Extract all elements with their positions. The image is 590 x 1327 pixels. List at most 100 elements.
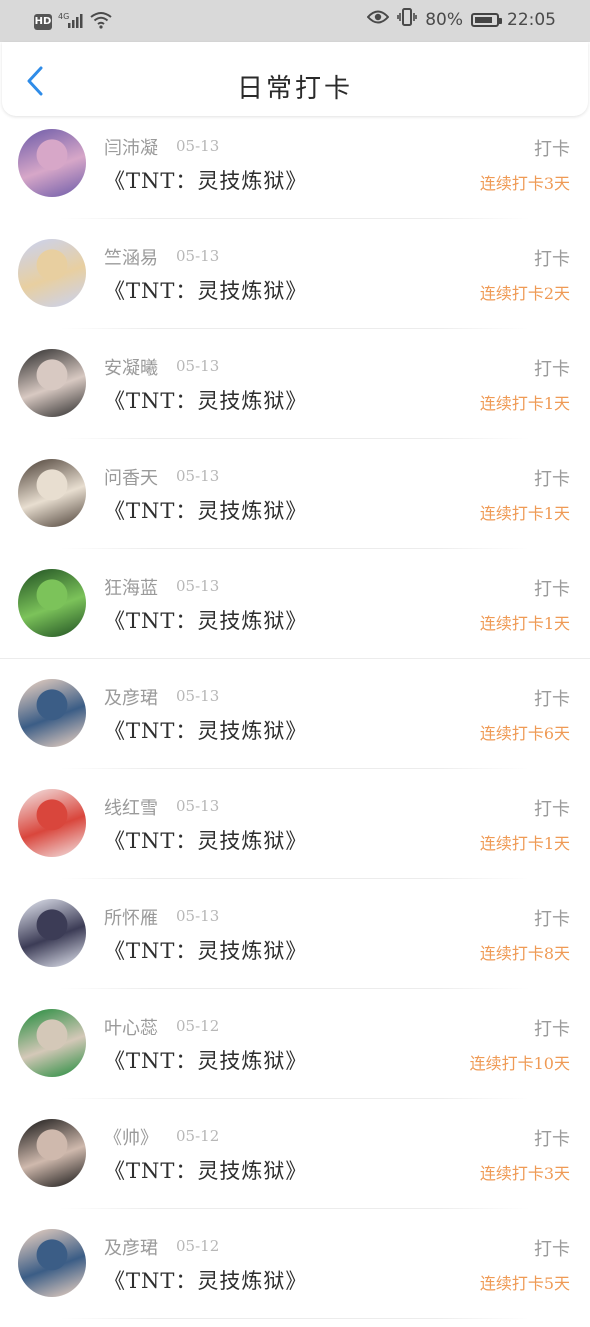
network-type: 4G bbox=[58, 12, 69, 21]
user-name: 问香天 bbox=[104, 468, 158, 489]
streak-label: 连续打卡3天 bbox=[479, 174, 570, 193]
user-name: 狂海蓝 bbox=[104, 578, 158, 599]
divider bbox=[60, 988, 530, 989]
book-title: 《TNT：灵技炼狱》 bbox=[104, 1049, 308, 1073]
list-item[interactable]: 安凝曦 05-13 《TNT：灵技炼狱》 打卡连续打卡1天 bbox=[0, 337, 590, 447]
signal-icon: 4G bbox=[58, 11, 84, 33]
divider bbox=[60, 768, 530, 769]
book-title: 《TNT：灵技炼狱》 bbox=[104, 169, 308, 193]
user-name: 及彦珺 bbox=[104, 688, 158, 709]
vibrate-icon bbox=[397, 8, 418, 31]
user-name: 所怀雁 bbox=[104, 908, 158, 929]
divider bbox=[60, 1098, 530, 1099]
avatar[interactable] bbox=[18, 1229, 86, 1297]
book-title: 《TNT：灵技炼狱》 bbox=[104, 279, 308, 303]
book-title: 《TNT：灵技炼狱》 bbox=[104, 1159, 308, 1183]
avatar[interactable] bbox=[18, 789, 86, 857]
list-item[interactable]: 竺涵易 05-13 《TNT：灵技炼狱》 打卡连续打卡2天 bbox=[0, 227, 590, 337]
checkin-action[interactable]: 打卡 bbox=[534, 685, 570, 711]
divider bbox=[60, 1318, 530, 1319]
divider bbox=[60, 1208, 530, 1209]
avatar[interactable] bbox=[18, 1009, 86, 1077]
status-left: HD 4G bbox=[34, 11, 112, 33]
book-title: 《TNT：灵技炼狱》 bbox=[104, 939, 308, 963]
checkin-action[interactable]: 打卡 bbox=[534, 1125, 570, 1151]
checkin-date: 05-13 bbox=[176, 137, 220, 155]
list-item[interactable]: 《帅》 05-12 《TNT：灵技炼狱》 打卡连续打卡3天 bbox=[0, 1107, 590, 1217]
book-title: 《TNT：灵技炼狱》 bbox=[104, 719, 308, 743]
user-name: 安凝曦 bbox=[104, 358, 158, 379]
checkin-date: 05-12 bbox=[176, 1127, 220, 1145]
list-item[interactable]: 问香天 05-13 《TNT：灵技炼狱》 打卡连续打卡1天 bbox=[0, 447, 590, 557]
book-title: 《TNT：灵技炼狱》 bbox=[104, 829, 308, 853]
streak-label: 连续打卡5天 bbox=[479, 1274, 570, 1293]
checkin-date: 05-13 bbox=[176, 357, 220, 375]
checkin-action[interactable]: 打卡 bbox=[534, 905, 570, 931]
divider bbox=[60, 218, 530, 219]
book-title: 《TNT：灵技炼狱》 bbox=[104, 499, 308, 523]
checkin-date: 05-13 bbox=[176, 797, 220, 815]
checkin-date: 05-12 bbox=[176, 1237, 220, 1255]
checkin-action[interactable]: 打卡 bbox=[534, 355, 570, 381]
hd-badge: HD bbox=[34, 14, 52, 30]
eye-icon bbox=[366, 9, 390, 30]
checkin-action[interactable]: 打卡 bbox=[534, 795, 570, 821]
user-name: 竺涵易 bbox=[104, 248, 158, 269]
streak-label: 连续打卡1天 bbox=[479, 394, 570, 413]
streak-label: 连续打卡3天 bbox=[479, 1164, 570, 1183]
checkin-action[interactable]: 打卡 bbox=[534, 465, 570, 491]
checkin-action[interactable]: 打卡 bbox=[534, 135, 570, 161]
clock: 22:05 bbox=[507, 9, 556, 30]
checkin-action[interactable]: 打卡 bbox=[534, 1235, 570, 1261]
avatar[interactable] bbox=[18, 349, 86, 417]
checkin-list: 闫沛凝 05-13 《TNT：灵技炼狱》 打卡 连续打卡3天 竺涵易 05-13 《TNT：灵… bbox=[0, 117, 590, 1327]
user-name: 闫沛凝 bbox=[104, 138, 158, 159]
avatar[interactable] bbox=[18, 129, 86, 197]
avatar[interactable] bbox=[18, 239, 86, 307]
streak-label: 连续打卡1天 bbox=[479, 504, 570, 523]
list-item[interactable]: 叶心蕊 05-12 《TNT：灵技炼狱》 打卡 连续打卡10天 bbox=[0, 997, 590, 1107]
avatar[interactable] bbox=[18, 1119, 86, 1187]
divider bbox=[60, 328, 530, 329]
checkin-date: 05-13 bbox=[176, 687, 220, 705]
list-item[interactable]: 所怀雁 05-13 《TNT：灵技炼狱》 打卡连续打卡8天 bbox=[0, 887, 590, 997]
list-item[interactable]: 线红雪 05-13 《TNT：灵技炼狱》 打卡连续打卡1天 bbox=[0, 777, 590, 887]
user-name: 叶心蕊 bbox=[104, 1018, 158, 1039]
wifi-icon bbox=[90, 11, 112, 33]
streak-label: 连续打卡2天 bbox=[479, 284, 570, 303]
streak-label: 连续打卡6天 bbox=[479, 724, 570, 743]
header-bar: 日常打卡 bbox=[2, 42, 588, 116]
divider bbox=[60, 438, 530, 439]
divider bbox=[0, 658, 590, 659]
list-item[interactable]: 及彦珺 05-13 《TNT：灵技炼狱》 打卡连续打卡6天 bbox=[0, 667, 590, 777]
checkin-date: 05-13 bbox=[176, 247, 220, 265]
streak-label: 连续打卡8天 bbox=[479, 944, 570, 963]
checkin-date: 05-13 bbox=[176, 907, 220, 925]
streak-label: 连续打卡1天 bbox=[479, 614, 570, 633]
list-item[interactable]: 及彦珺 05-12 《TNT：灵技炼狱》 打卡连续打卡5天 bbox=[0, 1217, 590, 1327]
checkin-date: 05-12 bbox=[176, 1017, 220, 1035]
avatar[interactable] bbox=[18, 899, 86, 967]
user-name: 及彦珺 bbox=[104, 1238, 158, 1259]
checkin-date: 05-13 bbox=[176, 467, 220, 485]
book-title: 《TNT：灵技炼狱》 bbox=[104, 389, 308, 413]
list-item[interactable]: 闫沛凝 05-13 《TNT：灵技炼狱》 打卡连续打卡3天 bbox=[0, 117, 590, 227]
battery-icon bbox=[471, 12, 502, 27]
avatar[interactable] bbox=[18, 679, 86, 747]
user-name: 《帅》 bbox=[104, 1128, 158, 1149]
divider bbox=[60, 548, 530, 549]
status-right: 80% 22:05 bbox=[366, 8, 556, 31]
status-bar: HD 4G 80% 22:05 bbox=[0, 0, 590, 42]
avatar[interactable] bbox=[18, 459, 86, 527]
divider bbox=[60, 878, 530, 879]
book-title: 《TNT：灵技炼狱》 bbox=[104, 609, 308, 633]
book-title: 《TNT：灵技炼狱》 bbox=[104, 1269, 308, 1293]
list-item[interactable]: 狂海蓝 05-13 《TNT：灵技炼狱》 打卡 连续打卡1天 bbox=[0, 557, 590, 667]
battery-percent: 80% bbox=[425, 9, 463, 30]
user-name: 线红雪 bbox=[104, 798, 158, 819]
avatar[interactable] bbox=[18, 569, 86, 637]
checkin-action[interactable]: 打卡 bbox=[534, 245, 570, 271]
streak-label: 连续打卡1天 bbox=[479, 834, 570, 853]
checkin-action[interactable]: 打卡 bbox=[534, 1015, 570, 1041]
checkin-action[interactable]: 打卡 bbox=[534, 575, 570, 601]
